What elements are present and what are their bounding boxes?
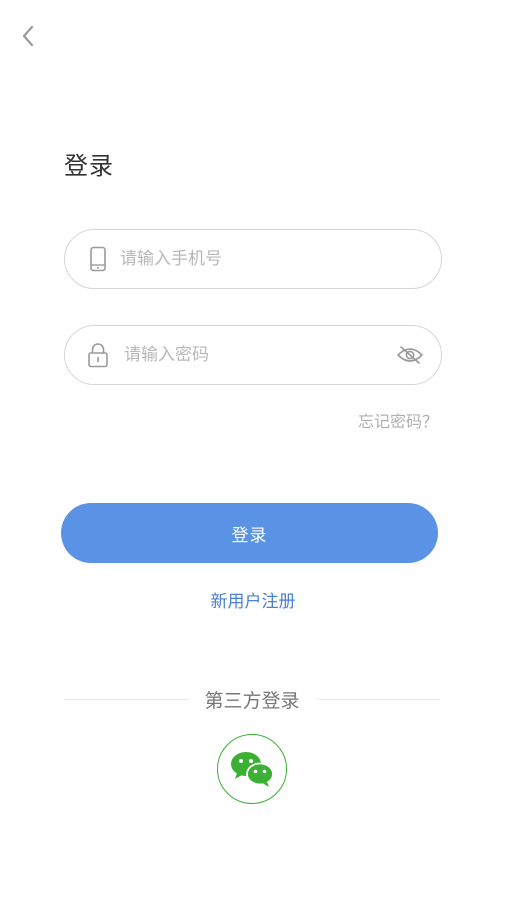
page-title: 登录: [64, 152, 114, 180]
wechat-login-button[interactable]: [217, 734, 287, 804]
divider-line-right: [315, 698, 441, 700]
login-button[interactable]: 登录: [61, 503, 438, 563]
wechat-icon: [231, 752, 274, 787]
back-button[interactable]: [14, 22, 42, 50]
phone-input[interactable]: [110, 230, 441, 288]
chevron-left-icon: [22, 25, 34, 47]
divider-line-left: [64, 698, 189, 700]
eye-off-icon[interactable]: [395, 342, 425, 368]
third-party-divider: 第三方登录: [64, 686, 441, 712]
password-input[interactable]: [110, 326, 395, 384]
forgot-password-link[interactable]: 忘记密码？: [358, 408, 438, 432]
lock-icon: [86, 342, 110, 368]
register-row: 新用户注册: [0, 587, 506, 612]
phone-field: [64, 229, 442, 289]
password-field: [64, 325, 442, 385]
register-link[interactable]: 新用户注册: [211, 592, 296, 612]
third-party-label: 第三方登录: [204, 689, 300, 712]
mobile-phone-icon: [86, 246, 110, 272]
